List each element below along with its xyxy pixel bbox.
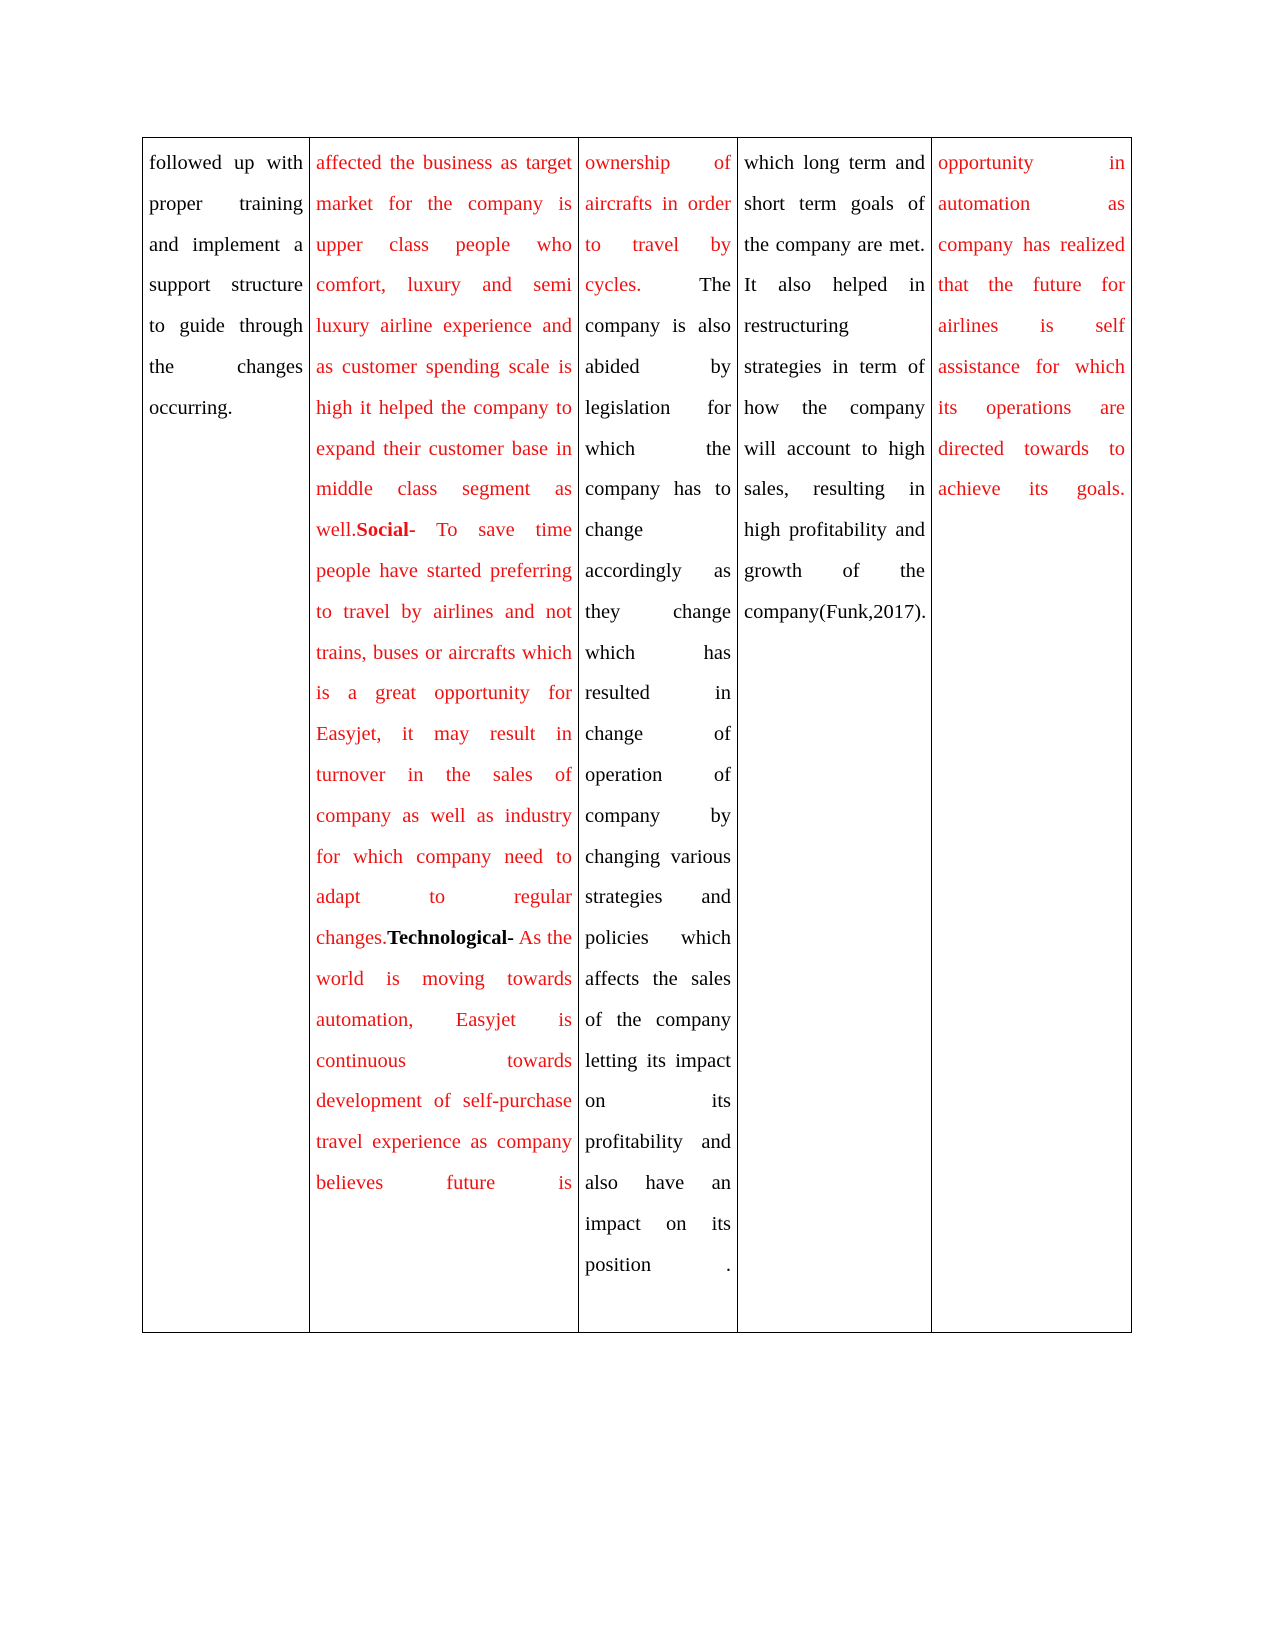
text-run: Social- <box>356 519 416 542</box>
text-run: affected the business as target market f… <box>316 152 572 542</box>
text-run: To save time people have started preferr… <box>316 519 572 950</box>
table-cell-column-1: followed up with proper training and imp… <box>142 136 310 1334</box>
column2-paragraph: affected the business as target market f… <box>316 143 572 1245</box>
text-run: The company is also abided by legislatio… <box>585 274 731 1276</box>
table-cell-column-4: which long term and short term goals of … <box>737 136 932 1334</box>
column3-paragraph: ownership of aircrafts in order to trave… <box>585 143 731 1326</box>
table-cell-column-2: affected the business as target market f… <box>309 136 579 1334</box>
column1-paragraph: followed up with proper training and imp… <box>149 143 303 469</box>
column5-paragraph: opportunity in automation as company has… <box>938 143 1125 551</box>
content-table: followed up with proper training and imp… <box>142 136 1132 1334</box>
text-run: As the world is moving towards automatio… <box>316 927 572 1194</box>
content-table-wrapper: followed up with proper training and imp… <box>142 136 1132 1334</box>
column4-paragraph: which long term and short term goals of … <box>744 143 927 673</box>
table-cell-column-5: opportunity in automation as company has… <box>931 136 1132 1334</box>
text-run: followed up with proper training and imp… <box>149 152 303 419</box>
table-row: followed up with proper training and imp… <box>142 136 1132 1334</box>
text-run: Technological- <box>387 927 514 950</box>
text-run: which long term and short term goals of … <box>744 152 925 623</box>
text-run: opportunity in automation as company has… <box>938 152 1125 501</box>
table-cell-column-3: ownership of aircrafts in order to trave… <box>578 136 738 1334</box>
text-run: (Funk,2017). <box>819 600 927 623</box>
document-page: followed up with proper training and imp… <box>0 0 1275 1650</box>
